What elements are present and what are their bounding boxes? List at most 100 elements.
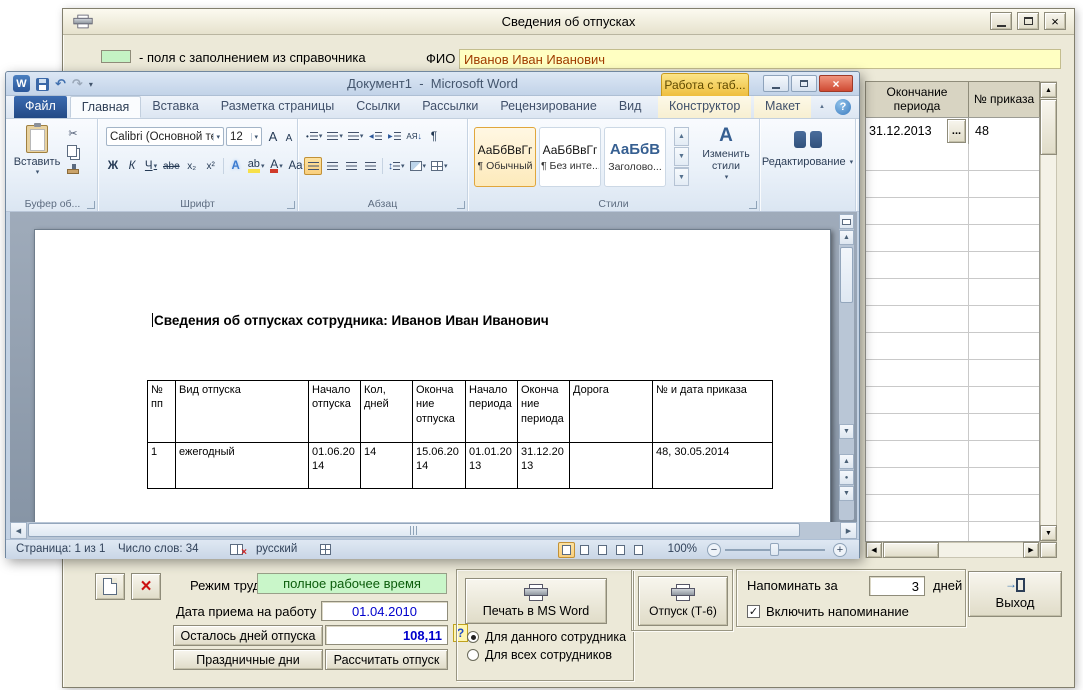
- status-page-count[interactable]: Страница: 1 из 1: [16, 543, 105, 555]
- sort-button[interactable]: АЯ↓: [404, 127, 424, 145]
- grid-horizontal-scrollbar[interactable]: ◀ ▶: [865, 542, 1040, 558]
- align-left-button[interactable]: [304, 157, 322, 175]
- clipboard-dialog-launcher[interactable]: [87, 201, 95, 209]
- font-dialog-launcher[interactable]: [287, 201, 295, 209]
- shading-button[interactable]: ▾: [408, 157, 429, 175]
- font-color-button[interactable]: А▾: [267, 157, 285, 175]
- exit-button[interactable]: → Выход: [968, 571, 1062, 617]
- copy-button[interactable]: [64, 143, 82, 161]
- table-header-cell[interactable]: № пп: [148, 381, 176, 443]
- paste-button[interactable]: Вставить ▾: [14, 123, 60, 176]
- grid-scroll-right-button[interactable]: ▶: [1023, 542, 1039, 558]
- browse-next-button[interactable]: ▼: [839, 486, 854, 501]
- word-minimize-button[interactable]: [763, 75, 789, 92]
- app-maximize-button[interactable]: [1017, 12, 1039, 30]
- word-close-button[interactable]: ×: [819, 75, 853, 92]
- style-heading1[interactable]: АаБбВ Заголово...: [604, 127, 666, 187]
- zoom-in-button[interactable]: +: [833, 543, 847, 557]
- bullets-button[interactable]: •▾: [304, 127, 324, 145]
- tab-page-layout[interactable]: Разметка страницы: [210, 96, 345, 118]
- tab-mailings[interactable]: Рассылки: [411, 96, 489, 118]
- table-cell[interactable]: 31.12.20 13: [518, 443, 570, 489]
- document-horizontal-scrollbar[interactable]: ◀ ▶: [10, 522, 857, 539]
- tab-insert[interactable]: Вставка: [141, 96, 209, 118]
- hire-date-field[interactable]: [321, 601, 448, 621]
- align-center-button[interactable]: [323, 157, 341, 175]
- grid-cell-order-number[interactable]: 48: [968, 117, 1040, 145]
- text-effects-button[interactable]: А: [227, 157, 245, 175]
- grid-header-end-period[interactable]: Окончание периода: [865, 81, 969, 118]
- styles-scroll-up-button[interactable]: ▲: [674, 127, 689, 146]
- align-right-button[interactable]: [342, 157, 360, 175]
- underline-button[interactable]: Ч▾: [142, 157, 160, 175]
- days-left-label[interactable]: Осталось дней отпуска: [173, 625, 323, 646]
- app-titlebar[interactable]: Сведения об отпусках ×: [63, 9, 1074, 35]
- zoom-slider-thumb[interactable]: [770, 543, 779, 556]
- ruler-toggle-button[interactable]: [839, 214, 854, 229]
- italic-button[interactable]: К: [123, 157, 141, 175]
- app-minimize-button[interactable]: [990, 12, 1012, 30]
- table-header-cell[interactable]: № и дата приказа: [653, 381, 773, 443]
- browse-select-object-button[interactable]: ●: [839, 470, 854, 485]
- remind-days-field[interactable]: [869, 576, 925, 596]
- decrease-indent-button[interactable]: ◀: [366, 127, 384, 145]
- font-name-combo[interactable]: Calibri (Основной тек▾: [106, 127, 224, 146]
- doc-scroll-left-button[interactable]: ◀: [10, 522, 27, 539]
- increase-indent-button[interactable]: ▶: [385, 127, 403, 145]
- grid-hscroll-thumb[interactable]: [883, 542, 939, 558]
- numbering-button[interactable]: ▾: [325, 127, 345, 145]
- tab-view[interactable]: Вид: [608, 96, 653, 118]
- radio-current-employee[interactable]: Для данного сотрудника: [467, 630, 626, 644]
- doc-scroll-right-button[interactable]: ▶: [840, 522, 857, 539]
- grid-header-order-number[interactable]: № приказа: [968, 81, 1040, 118]
- document-page[interactable]: Сведения об отпусках сотрудника: Иванов …: [34, 229, 831, 522]
- grid-vertical-scrollbar[interactable]: ▲ ▼: [1040, 81, 1057, 542]
- word-titlebar[interactable]: W ↶ ↷ ▾ Документ1 - Microsoft Word Работ…: [6, 72, 859, 96]
- tab-references[interactable]: Ссылки: [345, 96, 411, 118]
- table-cell[interactable]: 01.06.20 14: [309, 443, 361, 489]
- grid-scroll-down-button[interactable]: ▼: [1040, 525, 1057, 541]
- help-button[interactable]: ?: [835, 99, 851, 115]
- app-close-button[interactable]: ×: [1044, 12, 1066, 30]
- print-to-word-button[interactable]: Печать в MS Word: [465, 578, 607, 624]
- zoom-out-button[interactable]: −: [707, 543, 721, 557]
- table-header-cell[interactable]: Начало периода: [466, 381, 518, 443]
- doc-scroll-up-button[interactable]: ▲: [839, 230, 854, 245]
- table-header-cell[interactable]: Начало отпуска: [309, 381, 361, 443]
- style-normal[interactable]: АаБбВвГг ¶ Обычный: [474, 127, 536, 187]
- table-header-cell[interactable]: Кол, дней: [361, 381, 413, 443]
- grid-scroll-up-button[interactable]: ▲: [1040, 82, 1057, 98]
- table-cell[interactable]: 01.01.20 13: [466, 443, 518, 489]
- word-restore-button[interactable]: [791, 75, 817, 92]
- change-styles-button[interactable]: А Изменить стили ▾: [696, 125, 756, 181]
- document-vertical-scrollbar[interactable]: ▲ ▼ ▲ ● ▼: [839, 214, 854, 520]
- grid-scroll-thumb[interactable]: [1040, 99, 1057, 155]
- view-outline-button[interactable]: [612, 542, 629, 558]
- minimize-ribbon-button[interactable]: ▲: [815, 100, 829, 114]
- zoom-slider[interactable]: [725, 549, 825, 551]
- status-language[interactable]: русский: [256, 543, 297, 555]
- show-marks-button[interactable]: ¶: [425, 127, 443, 145]
- format-painter-button[interactable]: [64, 162, 82, 180]
- table-cell[interactable]: 14: [361, 443, 413, 489]
- fio-input[interactable]: [459, 49, 1061, 69]
- line-spacing-button[interactable]: ↕▾: [386, 157, 407, 175]
- grid-browse-button[interactable]: ...: [947, 119, 966, 143]
- vacation-t6-button[interactable]: Отпуск (Т-6): [638, 576, 728, 626]
- table-cell[interactable]: 15.06.20 14: [413, 443, 466, 489]
- table-cell[interactable]: ежегодный: [176, 443, 309, 489]
- editing-button[interactable]: Редактирование▾: [760, 131, 855, 168]
- table-header-cell[interactable]: Оконча ние отпуска: [413, 381, 466, 443]
- justify-button[interactable]: [361, 157, 379, 175]
- grid-empty-rows[interactable]: [865, 144, 1040, 542]
- tab-table-layout[interactable]: Макет: [754, 96, 811, 118]
- style-no-spacing[interactable]: АаБбВвГг ¶ Без инте...: [539, 127, 601, 187]
- browse-previous-button[interactable]: ▲: [839, 454, 854, 469]
- table-cell[interactable]: 1: [148, 443, 176, 489]
- font-size-combo[interactable]: 12▾: [226, 127, 262, 146]
- bold-button[interactable]: Ж: [104, 157, 122, 175]
- doc-scroll-thumb[interactable]: [840, 247, 853, 303]
- macro-record-icon[interactable]: [320, 544, 331, 555]
- strikethrough-button[interactable]: abe: [161, 157, 182, 175]
- radio-all-employees[interactable]: Для всех сотрудников: [467, 648, 612, 662]
